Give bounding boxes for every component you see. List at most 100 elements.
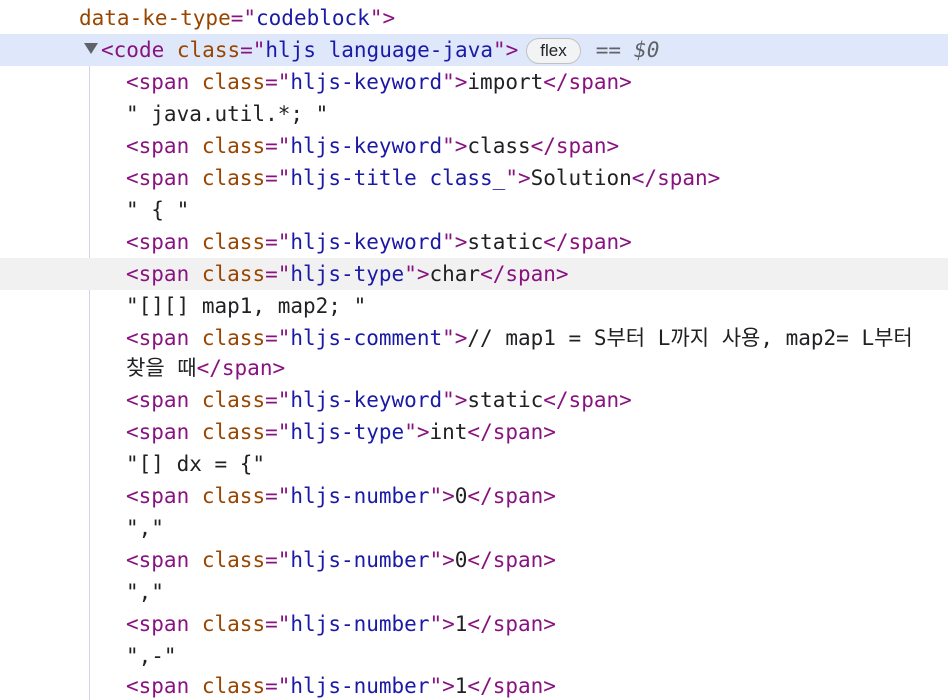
attr-value: hljs-title class_ bbox=[290, 166, 506, 190]
tag-open: <span bbox=[126, 484, 190, 508]
attr-end: "> bbox=[369, 6, 396, 30]
attr-name: class bbox=[201, 262, 266, 286]
tag-open: <span bbox=[126, 420, 190, 444]
tag-close: </span> bbox=[480, 262, 569, 286]
tag-close: </span> bbox=[467, 612, 556, 636]
tag-close: </span> bbox=[196, 356, 286, 380]
attr-eq: =" bbox=[265, 388, 291, 412]
tag-open-bracket: < bbox=[101, 38, 114, 62]
attr-eq: =" bbox=[265, 230, 291, 254]
elements-dom-tree[interactable]: data-ke-type="codeblock"> <code class="h… bbox=[0, 0, 948, 700]
dom-node-span[interactable]: <span class="hljs-keyword">class</span> bbox=[0, 130, 948, 162]
attr-name: class bbox=[201, 70, 266, 94]
attr-end: "> bbox=[404, 420, 430, 444]
attr-value: hljs-number bbox=[290, 674, 430, 698]
dom-node-text[interactable]: "," bbox=[0, 512, 948, 544]
attr-eq: =" bbox=[265, 326, 291, 350]
node-text: 1 bbox=[454, 612, 468, 636]
dom-node-text[interactable]: ",-" bbox=[0, 640, 948, 672]
tag-open: <span bbox=[126, 674, 190, 698]
node-text: class bbox=[467, 134, 531, 158]
dom-node-span[interactable]: <span class="hljs-number">1</span> bbox=[0, 608, 948, 640]
text-node: "[] dx = {" bbox=[126, 452, 266, 476]
dom-node-text[interactable]: " { " bbox=[0, 194, 948, 226]
tag-open: <span bbox=[126, 70, 190, 94]
tag-close: </span> bbox=[631, 166, 721, 190]
attr-eq: =" bbox=[265, 484, 291, 508]
attr-eq: =" bbox=[265, 166, 291, 190]
attr-eq: =" bbox=[265, 612, 291, 636]
attr-name: class bbox=[201, 674, 266, 698]
tag-open: <span bbox=[126, 230, 190, 254]
dom-node-text[interactable]: "[][] map1, map2; " bbox=[0, 290, 948, 322]
attr-name: class bbox=[201, 548, 266, 572]
attr-end: "> bbox=[442, 230, 468, 254]
attr-name: class bbox=[201, 166, 266, 190]
dom-node-span[interactable]: <span class="hljs-number">0</span> bbox=[0, 480, 948, 512]
attr-eq: =" bbox=[265, 70, 291, 94]
dom-node-code-selected[interactable]: <code class="hljs language-java"> flex == $… bbox=[0, 34, 948, 66]
tag-name: code bbox=[113, 38, 165, 62]
attr-value: hljs-type bbox=[290, 262, 405, 286]
text-node: " { " bbox=[126, 198, 190, 222]
node-text: static bbox=[467, 388, 544, 412]
tag-open: <span bbox=[126, 134, 190, 158]
attr-value: hljs-type bbox=[290, 420, 405, 444]
dom-node-span[interactable]: <span class="hljs-type">int</span> bbox=[0, 416, 948, 448]
attr-value: hljs language-java bbox=[265, 38, 493, 62]
attr-end: "> bbox=[429, 548, 455, 572]
attr-end: "> bbox=[442, 326, 468, 350]
node-text: static bbox=[467, 230, 544, 254]
tag-open: <span bbox=[126, 166, 190, 190]
attr-end: "> bbox=[442, 134, 468, 158]
tag-open: <span bbox=[126, 612, 190, 636]
attr-value: hljs-comment bbox=[290, 326, 443, 350]
text-node: "[][] map1, map2; " bbox=[126, 294, 367, 318]
dom-node-span[interactable]: <span class="hljs-number">1</span> bbox=[0, 670, 948, 700]
attr-value: hljs-keyword bbox=[290, 70, 443, 94]
dom-node-span[interactable]: <span class="hljs-number">0</span> bbox=[0, 544, 948, 576]
dom-node-attr-tail[interactable]: data-ke-type="codeblock"> bbox=[0, 2, 948, 34]
node-text: 0 bbox=[454, 484, 468, 508]
attr-value: hljs-keyword bbox=[290, 388, 443, 412]
attr-name: class bbox=[201, 612, 266, 636]
attr-eq: =" bbox=[230, 6, 257, 30]
tag-open: <span bbox=[126, 262, 190, 286]
tag-close: </span> bbox=[530, 134, 620, 158]
tag-close: </span> bbox=[467, 548, 556, 572]
text-node: " java.util.*; " bbox=[126, 102, 329, 126]
attr-value: hljs-keyword bbox=[290, 230, 443, 254]
tag-close: </span> bbox=[467, 674, 556, 698]
node-text: 0 bbox=[454, 548, 468, 572]
attr-end: "> bbox=[429, 484, 455, 508]
attr-end: "> bbox=[429, 674, 455, 698]
attr-value: hljs-number bbox=[290, 548, 430, 572]
tag-close: </span> bbox=[467, 484, 556, 508]
dom-node-span[interactable]: <span class="hljs-keyword">import</span> bbox=[0, 66, 948, 98]
node-text: // map1 = S부터 L까지 사용, map2= L부터 bbox=[467, 326, 913, 350]
attr-name: class bbox=[176, 38, 241, 62]
text-node: ",-" bbox=[126, 644, 177, 668]
dom-node-text[interactable]: "," bbox=[0, 576, 948, 608]
dom-node-span-hovered[interactable]: <span class="hljs-type">char</span> bbox=[0, 258, 948, 290]
attr-name: class bbox=[201, 134, 266, 158]
attr-eq: =" bbox=[265, 548, 291, 572]
tag-open: <span bbox=[126, 548, 190, 572]
node-text: Solution bbox=[530, 166, 632, 190]
dom-node-span[interactable]: <span class="hljs-title class_">Solution… bbox=[0, 162, 948, 194]
console-ref-dollar0: $0 bbox=[634, 38, 660, 62]
attr-name: class bbox=[201, 326, 266, 350]
dom-node-span-comment[interactable]: <span class="hljs-comment">// map1 = S부터… bbox=[0, 322, 948, 354]
attr-name: class bbox=[201, 420, 266, 444]
attr-eq: =" bbox=[240, 38, 266, 62]
dom-node-span[interactable]: <span class="hljs-keyword">static</span> bbox=[0, 384, 948, 416]
dom-node-span-comment-cont[interactable]: 찾을 때</span> bbox=[0, 352, 948, 384]
flex-badge[interactable]: flex bbox=[526, 38, 581, 64]
dom-node-span[interactable]: <span class="hljs-keyword">static</span> bbox=[0, 226, 948, 258]
tag-close: </span> bbox=[467, 420, 556, 444]
tag-open: <span bbox=[126, 326, 190, 350]
tag-close: </span> bbox=[543, 230, 632, 254]
collapse-triangle-icon[interactable] bbox=[84, 43, 98, 54]
dom-node-text[interactable]: " java.util.*; " bbox=[0, 98, 948, 130]
dom-node-text[interactable]: "[] dx = {" bbox=[0, 448, 948, 480]
